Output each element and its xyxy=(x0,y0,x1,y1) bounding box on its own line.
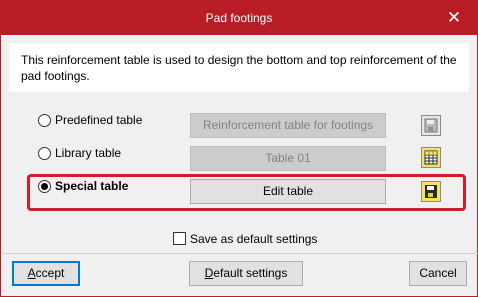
close-button[interactable]: ✕ xyxy=(441,6,467,30)
description-text: This reinforcement table is used to desi… xyxy=(21,53,457,83)
table-options-group: Predefined table Reinforcement table for… xyxy=(9,99,469,219)
radio-special-table[interactable]: Special table xyxy=(38,178,158,196)
description-panel: This reinforcement table is used to desi… xyxy=(9,43,469,92)
table-grid-icon[interactable] xyxy=(421,147,441,168)
cancel-button[interactable]: Cancel xyxy=(409,261,467,286)
default-label-rest: efault settings xyxy=(213,266,288,280)
default-settings-button[interactable]: Default settings xyxy=(189,261,303,286)
accept-mnemonic: A xyxy=(27,266,36,280)
edit-table-button[interactable]: Edit table xyxy=(190,179,386,204)
checkbox-label: Save as default settings xyxy=(190,232,318,246)
accept-button[interactable]: Accept xyxy=(12,261,80,286)
library-table-select-button[interactable]: Table 01 xyxy=(190,146,386,171)
radio-button[interactable] xyxy=(38,114,51,127)
save-disk-icon[interactable] xyxy=(421,181,441,202)
radio-button-selected[interactable] xyxy=(38,180,51,193)
radio-library-table[interactable]: Library table xyxy=(38,145,158,163)
footer-divider xyxy=(2,253,478,254)
radio-label: Library table xyxy=(55,146,122,160)
radio-label: Predefined table xyxy=(55,113,143,127)
accept-label-rest: ccept xyxy=(35,266,65,280)
dialog-title: Pad footings xyxy=(205,11,273,25)
title-bar: Pad footings ✕ xyxy=(1,1,477,35)
radio-predefined-table[interactable]: Predefined table xyxy=(38,112,178,130)
save-disk-icon[interactable] xyxy=(421,115,441,136)
radio-button[interactable] xyxy=(38,147,51,160)
radio-label: Special table xyxy=(55,179,129,193)
default-mnemonic: D xyxy=(204,266,214,280)
close-icon: ✕ xyxy=(446,8,462,27)
reinforcement-table-button[interactable]: Reinforcement table for footings xyxy=(190,113,386,138)
pad-footings-dialog: Pad footings ✕ This reinforcement table … xyxy=(0,0,478,297)
save-default-settings-checkbox[interactable]: Save as default settings xyxy=(173,231,333,247)
checkbox[interactable] xyxy=(173,232,186,245)
